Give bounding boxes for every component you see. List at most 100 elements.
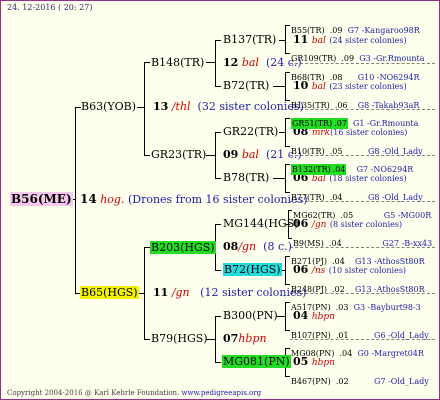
b203-count: 08 (223, 240, 239, 253)
ancestor-value: .02 (335, 377, 349, 386)
ancestor-value: .09 (329, 26, 343, 35)
gen4-row: B68(TR) .08 G10 -NO6294R (291, 67, 420, 83)
ancestor-name[interactable]: B9(MS) (293, 239, 324, 248)
connector (144, 155, 150, 156)
connector (285, 256, 286, 284)
ancestor-info: G13 -AthosSt80R (354, 285, 425, 294)
node-b300[interactable]: B300(PN) (223, 310, 278, 321)
connector (285, 146, 290, 147)
connector (285, 164, 290, 165)
ancestor-name[interactable]: GR51(TR) (291, 118, 334, 129)
ancestor-info: G7 -Old_Lady (374, 377, 429, 386)
mg081-symbol: hbpn (311, 358, 335, 368)
ancestor-info: G27 -B-xx43 (382, 239, 433, 248)
connector (285, 72, 286, 100)
sire-symbol: /thl (171, 100, 191, 113)
node-b79[interactable]: B79(HGS) (151, 333, 208, 344)
connector (285, 256, 290, 257)
gr22-description: (16 sister colonies) (330, 128, 408, 137)
ancestor-name[interactable]: B77(TR) (291, 193, 325, 202)
connector (285, 53, 290, 54)
gr23-count: 09 (223, 148, 239, 161)
ancestor-name[interactable]: B135(TR) (291, 101, 330, 110)
ancestor-name[interactable]: B248(PJ) (291, 285, 327, 294)
ancestor-value: .03 (335, 303, 349, 312)
gen4-row: B135(TR) .06 G8 -Takab93aR (291, 95, 419, 111)
ancestor-name[interactable]: B467(PN) (291, 377, 331, 386)
ancestor-info: G6 -Old_Lady (374, 331, 429, 340)
connector (285, 25, 286, 53)
node-b137[interactable]: B137(TR) (223, 34, 276, 45)
ancestor-name[interactable]: MG62(TR) (293, 211, 335, 220)
b78-description: (18 sister colonies) (329, 174, 407, 183)
sire-description: (32 sister colonies) (197, 100, 304, 113)
connector (144, 62, 150, 63)
gen4-row: B467(PN) .02 G7 -Old_Lady (291, 371, 429, 387)
website-link[interactable]: www.pedigreeapis.org (182, 389, 262, 397)
node-b72hgs[interactable]: B72(HGS) (223, 263, 282, 276)
b148-symbol: bal (241, 56, 259, 69)
b72hgs-description: (10 sister colonies) (328, 266, 407, 275)
ancestor-value: .05 (340, 211, 354, 220)
node-mg081[interactable]: MG081(PN) (222, 355, 291, 368)
connector (285, 164, 286, 192)
sire-node[interactable]: B63(YOB) (81, 101, 136, 112)
connector (285, 118, 290, 119)
node-b78[interactable]: B78(TR) (223, 172, 269, 183)
connector (285, 72, 290, 73)
gr22-symbol: mrk (311, 128, 331, 138)
ancestor-value: .09 (341, 54, 355, 63)
root-symbol: hog. (100, 193, 125, 206)
b72hgs-symbol: /ns (311, 266, 326, 276)
gen4-row: B55(TR) .09 G7 -Kangaroo98R (291, 20, 420, 36)
ancestor-name[interactable]: GR109(TR) (291, 54, 336, 63)
ancestor-name[interactable]: B55(TR) (291, 26, 325, 35)
ancestor-value: .05 (329, 147, 343, 156)
ancestor-name[interactable]: B68(TR) (291, 73, 325, 82)
b203-description: (8 c.) (263, 240, 292, 253)
pedigree-chart: 24. 12-2016 ( 20: 27) B56(ME) 14 hog. (D… (0, 0, 440, 400)
ancestor-info: G13 -AthosSt80R (354, 257, 425, 266)
gr23-symbol: bal (241, 148, 259, 161)
ancestor-name[interactable]: B132(TR) (291, 164, 332, 175)
gr23-mating-info: 09 bal (21 c.) (223, 149, 302, 160)
node-b72tr[interactable]: B72(TR) (223, 80, 269, 91)
node-mg144[interactable]: MG144(HGS) (223, 218, 299, 229)
node-b203[interactable]: B203(HGS) (150, 241, 216, 254)
b148-mating-info: 12 bal (24 c.) (223, 57, 302, 68)
b137-symbol: bal (311, 36, 326, 46)
ancestor-name[interactable]: MG08(PN) (291, 349, 334, 358)
connector (215, 40, 216, 86)
dam-symbol: /gn (171, 286, 190, 299)
gen4-row: GR109(TR) .09 G3 -Gr.Rmounta (291, 48, 425, 64)
root-node[interactable]: B56(ME) (10, 192, 73, 206)
root-description: (Drones from 16 sister colonies) (127, 193, 308, 206)
ancestor-value: .01 (335, 331, 349, 340)
ancestor-info: G7 -Kangaroo98R (347, 26, 420, 35)
b137-description: (24 sister colonies) (329, 36, 407, 45)
root-mating-info: 14 hog. (Drones from 16 sister colonies) (80, 193, 308, 205)
b148-count: 12 (223, 56, 239, 69)
ancestor-name[interactable]: B271(PJ) (291, 257, 327, 266)
ancestor-value: .04 (328, 239, 342, 248)
ancestor-name[interactable]: A517(PN) (291, 303, 331, 312)
ancestor-info: G8 -Old_Lady (367, 147, 423, 156)
node-gr23[interactable]: GR23(TR) (151, 149, 206, 160)
connector (215, 178, 221, 179)
connector (288, 210, 292, 211)
node-b148[interactable]: B148(TR) (151, 57, 204, 68)
ancestor-info: G8 -Takab93aR (357, 101, 420, 110)
connector (285, 330, 290, 331)
ancestor-info: G5 -MG00R (383, 211, 432, 220)
dam-node[interactable]: B65(HGS) (80, 286, 139, 299)
connector (144, 247, 145, 339)
gen4-row: MG62(TR) .05 G5 -MG00R (293, 205, 431, 221)
ancestor-value: .04 (329, 193, 343, 202)
ancestor-value: .04 (331, 164, 347, 175)
ancestor-info: G7 -NO6294R (356, 165, 414, 174)
node-gr22[interactable]: GR22(TR) (223, 126, 278, 137)
ancestor-name[interactable]: B10(TR) (291, 147, 325, 156)
connector (144, 62, 145, 155)
ancestor-name[interactable]: B107(PN) (291, 331, 331, 340)
b79-mating-info: 07hbpn (223, 333, 267, 344)
